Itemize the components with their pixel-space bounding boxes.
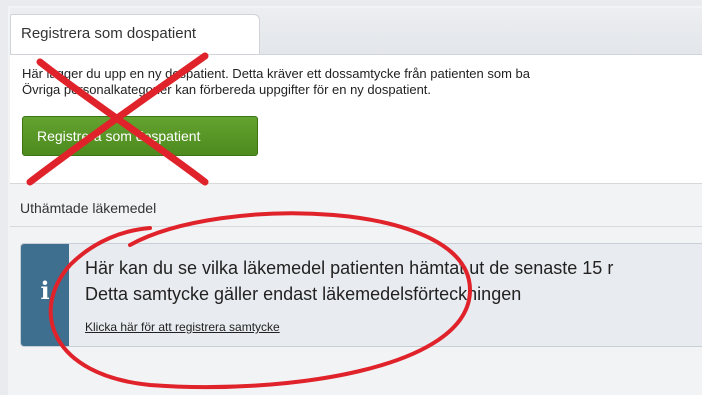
register-description: Här lägger du upp en ny dospatient. Dett… xyxy=(22,66,702,98)
register-consent-link[interactable]: Klicka här för att registrera samtycke xyxy=(85,320,280,334)
section-title-dispensed-medicines: Uthämtade läkemedel xyxy=(20,200,157,216)
tab-bar: Registrera som dospatient xyxy=(10,8,702,55)
description-line-1: Här lägger du upp en ny dospatient. Dett… xyxy=(22,66,531,81)
info-text-line-1: Här kan du se vilka läkemedel patienten … xyxy=(85,258,614,278)
tab-register-dospatient[interactable]: Registrera som dospatient xyxy=(10,14,260,54)
section-divider xyxy=(10,226,702,227)
info-text-line-2: Detta samtycke gäller endast läkemedelsf… xyxy=(85,284,522,304)
description-line-2: Övriga personalkategorier kan förbereda … xyxy=(22,82,432,97)
info-box-sidebar: i xyxy=(21,244,69,346)
register-dospatient-button[interactable]: Registrera som dospatient xyxy=(22,116,258,156)
info-box: i Här kan du se vilka läkemedel patiente… xyxy=(20,243,702,347)
register-dospatient-panel: Registrera som dospatient Här lägger du … xyxy=(10,8,702,184)
info-icon: i xyxy=(40,276,50,305)
